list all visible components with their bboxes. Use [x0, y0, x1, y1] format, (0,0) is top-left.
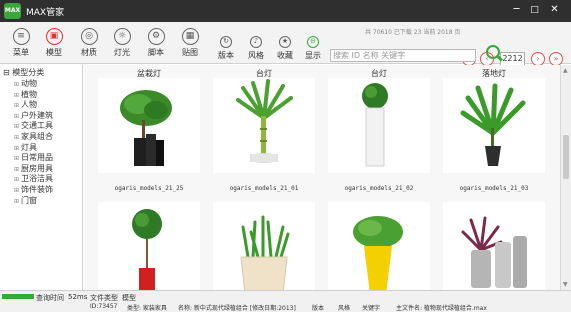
status-bar: 查询时间 52ms 文件类型 模型 ID:73457 类型: 家装家具 名称: … [0, 290, 571, 312]
next-page-button[interactable]: › [531, 52, 545, 66]
material-icon: ◎ [80, 28, 98, 45]
last-page-button[interactable]: » [549, 52, 563, 66]
plant-thumbnail[interactable] [98, 78, 200, 173]
scroll-up-icon[interactable]: ▲ [563, 67, 568, 74]
category-item[interactable]: 植物 [14, 90, 53, 101]
maximize-button[interactable]: □ [527, 3, 542, 17]
category-item[interactable]: 动物 [14, 79, 53, 90]
model-card[interactable]: 盆栽灯 ogaris_models_21_25 [98, 65, 200, 192]
map-button[interactable]: ▦ 贴图 [175, 28, 205, 62]
light-icon: ☼ [113, 28, 131, 45]
display-icon: ⊖ [307, 36, 319, 48]
model-id: ID:73457 [90, 303, 118, 310]
light-button[interactable]: ☼ 灯光 [107, 28, 137, 62]
category-root[interactable]: ⊟ 模型分类 [3, 67, 44, 78]
model-filename: 主文件名: 植物现代绿植组合.max [396, 305, 487, 312]
model-card[interactable] [213, 202, 315, 290]
search-icon[interactable] [486, 45, 500, 59]
card-filename: ogaris_models_21_25 [114, 185, 184, 192]
model-keywords: 关键字 [362, 305, 381, 312]
plant-thumbnail[interactable] [213, 78, 315, 173]
query-time-label: 查询时间 [36, 294, 64, 302]
map-label: 贴图 [182, 48, 198, 57]
progress-bar [2, 294, 34, 299]
material-button[interactable]: ◎ 材质 [74, 28, 104, 62]
category-item[interactable]: 日常用品 [14, 153, 53, 164]
plant-thumbnail[interactable] [328, 202, 430, 290]
category-item[interactable]: 卫浴洁具 [14, 174, 53, 185]
card-filename: ogaris_models_21_01 [229, 185, 299, 192]
category-item[interactable]: 灯具 [14, 143, 53, 154]
menu-icon: ≡ [12, 28, 30, 45]
toolbar: ≡ 菜单 ▣ 模型 ◎ 材质 ☼ 灯光 ⚙ 脚本 ▦ 贴图 ↻ 版本 ♪ 风格 … [0, 22, 571, 66]
model-grid: 盆栽灯 ogaris_models_21_25 台灯 ogaris_models… [84, 65, 560, 290]
model-card[interactable]: 台灯 ogaris_models_21_01 [213, 65, 315, 192]
script-label: 脚本 [148, 48, 164, 57]
category-item[interactable]: 户外建筑 [14, 111, 53, 122]
file-type-label: 文件类型 [90, 294, 118, 302]
card-filename: ogaris_models_21_02 [344, 185, 414, 192]
model-card[interactable] [443, 202, 545, 290]
card-filename: ogaris_models_21_03 [459, 185, 529, 192]
search-input[interactable]: 搜索 ID 名称 关键字 [330, 49, 476, 62]
script-icon: ⚙ [147, 28, 165, 45]
plant-thumbnail[interactable] [328, 78, 430, 173]
light-label: 灯光 [114, 48, 130, 57]
scroll-thumb[interactable] [563, 135, 569, 179]
display-label: 显示 [305, 51, 321, 60]
model-card[interactable] [328, 202, 430, 290]
style-icon: ♪ [250, 36, 262, 48]
model-version: 版本 [312, 305, 325, 312]
plant-thumbnail[interactable] [213, 202, 315, 290]
favorite-label: 收藏 [277, 51, 293, 60]
query-time-value: 52ms [68, 293, 88, 301]
menu-button[interactable]: ≡ 菜单 [6, 28, 36, 62]
stats-text: 共 70610 已下载 23 当前 2018 页 [365, 29, 461, 36]
app-logo: MAX [4, 3, 21, 19]
category-item[interactable]: 门窗 [14, 196, 53, 207]
page-number-input[interactable]: 2212 [500, 52, 525, 66]
version-icon: ↻ [220, 36, 232, 48]
style-label: 风格 [248, 51, 264, 60]
model-card[interactable] [98, 202, 200, 290]
model-style: 风格 [338, 305, 351, 312]
material-label: 材质 [81, 48, 97, 57]
category-item[interactable]: 家具组合 [14, 132, 53, 143]
version-label: 版本 [218, 51, 234, 60]
category-sidebar: ⊟ 模型分类 动物 植物 人物 户外建筑 交通工具 家具组合 灯具 日常用品 厨… [0, 65, 83, 290]
model-category: 类型: 家装家具 [127, 305, 167, 312]
model-button[interactable]: ▣ 模型 [39, 28, 69, 62]
map-icon: ▦ [181, 28, 199, 45]
menu-label: 菜单 [13, 48, 29, 57]
minimize-button[interactable]: ─ [509, 3, 524, 17]
title-bar: MAX MAX管家 ─ □ ✕ [0, 0, 571, 22]
plant-thumbnail[interactable] [443, 202, 545, 290]
app-title: MAX管家 [26, 8, 65, 18]
category-item[interactable]: 人物 [14, 100, 53, 111]
model-label: 模型 [46, 48, 62, 57]
category-list: 动物 植物 人物 户外建筑 交通工具 家具组合 灯具 日常用品 厨房用具 卫浴洁… [14, 79, 53, 206]
favorite-icon: ★ [279, 36, 291, 48]
category-item[interactable]: 交通工具 [14, 121, 53, 132]
close-button[interactable]: ✕ [547, 3, 562, 17]
plant-thumbnail[interactable] [443, 78, 545, 173]
category-item[interactable]: 厨房用具 [14, 164, 53, 175]
model-card[interactable]: 落地灯 ogaris_models_21_03 [443, 65, 545, 192]
script-button[interactable]: ⚙ 脚本 [141, 28, 171, 62]
model-name: 名称: 新中式现代绿植组合 [修改日期:2013] [178, 305, 296, 312]
file-type-value: 模型 [122, 294, 136, 302]
model-icon: ▣ [45, 28, 63, 45]
scroll-down-icon[interactable]: ▼ [563, 281, 568, 288]
category-item[interactable]: 饰件装饰 [14, 185, 53, 196]
plant-thumbnail[interactable] [98, 202, 200, 290]
model-card[interactable]: 台灯 ogaris_models_21_02 [328, 65, 430, 192]
vertical-scrollbar[interactable]: ▲ ▼ [560, 65, 571, 290]
